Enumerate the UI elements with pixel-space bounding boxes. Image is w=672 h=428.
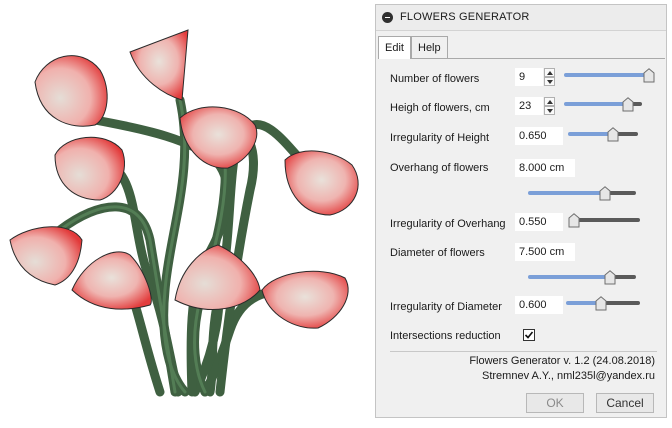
viewport-3d[interactable] bbox=[0, 0, 372, 425]
number-of-flowers-slider[interactable] bbox=[564, 68, 655, 83]
height-of-flowers-label: Heigh of flowers, cm bbox=[390, 102, 490, 114]
tab-edit-content: Number of flowers 9 Heigh of flowers, cm… bbox=[378, 58, 665, 392]
panel-titlebar: FLOWERS GENERATOR bbox=[376, 5, 666, 31]
number-of-flowers-input[interactable]: 9 bbox=[515, 68, 543, 86]
irregularity-diameter-slider[interactable] bbox=[566, 296, 640, 311]
slider-track-fill bbox=[564, 102, 628, 106]
number-of-flowers-label: Number of flowers bbox=[390, 73, 480, 85]
height-of-flowers-input[interactable]: 23 bbox=[515, 97, 543, 115]
irregularity-overhang-label: Irregularity of Overhang bbox=[390, 218, 506, 230]
slider-track-fill bbox=[528, 191, 605, 195]
cancel-button[interactable]: Cancel bbox=[596, 393, 654, 413]
irregularity-overhang-input[interactable]: 0.550 bbox=[515, 213, 563, 231]
overhang-label: Overhang of flowers bbox=[390, 162, 489, 174]
overhang-input[interactable]: 8.000 cm bbox=[515, 159, 575, 177]
height-of-flowers-spinner[interactable] bbox=[544, 97, 555, 115]
irregularity-height-label: Irregularity of Height bbox=[390, 132, 490, 144]
spin-up-icon[interactable] bbox=[544, 97, 555, 106]
flower-head-1 bbox=[129, 29, 189, 101]
irregularity-diameter-label: Irregularity of Diameter bbox=[390, 301, 502, 313]
intersections-label: Intersections reduction bbox=[390, 330, 501, 342]
slider-track-fill bbox=[528, 275, 610, 279]
flowers-generator-panel: FLOWERS GENERATOR Edit Help Number of fl… bbox=[375, 4, 667, 418]
diameter-slider[interactable] bbox=[528, 270, 636, 285]
flower-head-6 bbox=[9, 226, 83, 286]
slider-thumb[interactable] bbox=[607, 127, 619, 142]
flower-head-3 bbox=[179, 106, 258, 169]
flower-head-8 bbox=[174, 244, 261, 310]
credit-version: Flowers Generator v. 1.2 (24.08.2018) bbox=[469, 355, 655, 367]
spin-down-icon[interactable] bbox=[544, 77, 555, 86]
diameter-label: Diameter of flowers bbox=[390, 247, 485, 259]
slider-thumb[interactable] bbox=[643, 68, 655, 83]
flower-head-9 bbox=[261, 270, 349, 329]
tab-edit[interactable]: Edit bbox=[378, 36, 411, 59]
slider-thumb[interactable] bbox=[595, 296, 607, 311]
irregularity-diameter-input[interactable]: 0.600 bbox=[515, 296, 563, 314]
flower-head-2 bbox=[34, 55, 108, 127]
number-of-flowers-spinner[interactable] bbox=[544, 68, 555, 86]
panel-title: FLOWERS GENERATOR bbox=[400, 11, 530, 23]
spin-down-icon[interactable] bbox=[544, 106, 555, 115]
checkmark-icon bbox=[524, 331, 534, 339]
slider-track bbox=[574, 218, 640, 222]
flowers-render bbox=[9, 29, 359, 397]
slider-track-fill bbox=[564, 73, 649, 77]
flower-head-5 bbox=[284, 150, 359, 216]
spin-up-icon[interactable] bbox=[544, 68, 555, 77]
ok-button[interactable]: OK bbox=[526, 393, 584, 413]
overhang-slider[interactable] bbox=[528, 186, 636, 201]
diameter-input[interactable]: 7.500 cm bbox=[515, 243, 575, 261]
slider-thumb[interactable] bbox=[622, 97, 634, 112]
credit-author: Stremnev A.Y., nml235l@yandex.ru bbox=[482, 370, 655, 382]
separator bbox=[390, 351, 657, 352]
slider-thumb[interactable] bbox=[599, 186, 611, 201]
slider-thumb[interactable] bbox=[568, 213, 580, 228]
flower-head-4 bbox=[54, 136, 126, 201]
tab-help[interactable]: Help bbox=[411, 36, 448, 58]
collapse-icon[interactable] bbox=[382, 12, 393, 23]
intersections-checkbox[interactable] bbox=[523, 329, 535, 341]
slider-thumb[interactable] bbox=[604, 270, 616, 285]
irregularity-height-slider[interactable] bbox=[568, 127, 638, 142]
irregularity-height-input[interactable]: 0.650 bbox=[515, 127, 563, 145]
height-of-flowers-slider[interactable] bbox=[564, 97, 642, 112]
irregularity-overhang-slider[interactable] bbox=[568, 213, 640, 228]
